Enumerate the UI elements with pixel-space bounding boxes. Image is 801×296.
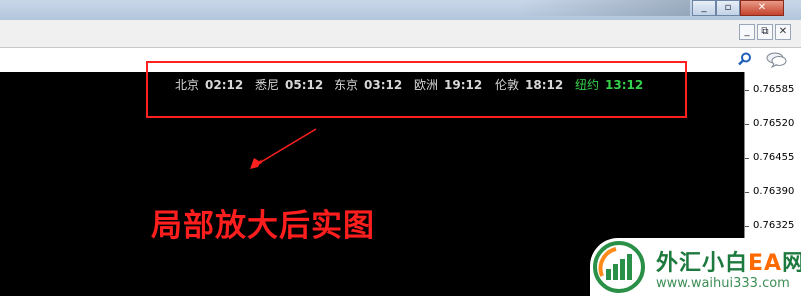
annotation-caption: 局部放大后实图 <box>151 208 375 244</box>
window-titlebar: _ ▫ ✕ <box>0 0 801 20</box>
price-tick <box>745 192 749 193</box>
window-restore-button[interactable]: ▫ <box>716 0 740 16</box>
watermark-logo: 外汇小白EA网 www.waihui333.com <box>590 238 801 296</box>
mdi-restore-icon: ⧉ <box>761 26 769 37</box>
price-tick <box>745 226 749 227</box>
highlight-box <box>146 61 687 118</box>
titlebar-taskbar-fade <box>520 0 690 16</box>
chat-icon[interactable] <box>764 50 788 68</box>
mdi-minimize-icon: _ <box>744 26 750 37</box>
price-label: 0.76390 <box>753 186 795 197</box>
window-close-button[interactable]: ✕ <box>740 0 784 16</box>
price-label: 0.76520 <box>753 118 795 129</box>
mdi-close-button[interactable]: ✕ <box>775 24 791 40</box>
price-label: 0.76325 <box>753 220 795 231</box>
logo-mark-icon <box>593 241 645 293</box>
window-restore-icon: ▫ <box>724 2 732 13</box>
window-minimize-button[interactable]: _ <box>692 0 716 16</box>
price-tick <box>745 90 749 91</box>
price-label: 0.76585 <box>753 84 795 95</box>
mdi-minimize-button[interactable]: _ <box>739 24 755 40</box>
logo-title: 外汇小白EA网 <box>656 251 801 276</box>
mdi-toolbar: _ ⧉ ✕ <box>0 20 801 48</box>
price-tick <box>745 124 749 125</box>
logo-url: www.waihui333.com <box>656 276 790 291</box>
mdi-close-icon: ✕ <box>778 26 788 37</box>
search-icon[interactable] <box>738 52 752 66</box>
annotation-arrow-icon <box>250 128 317 169</box>
window-close-icon: ✕ <box>757 2 767 13</box>
price-label: 0.76455 <box>753 152 795 163</box>
window-minimize-icon: _ <box>701 2 707 13</box>
price-tick <box>745 158 749 159</box>
mdi-restore-button[interactable]: ⧉ <box>757 24 773 40</box>
